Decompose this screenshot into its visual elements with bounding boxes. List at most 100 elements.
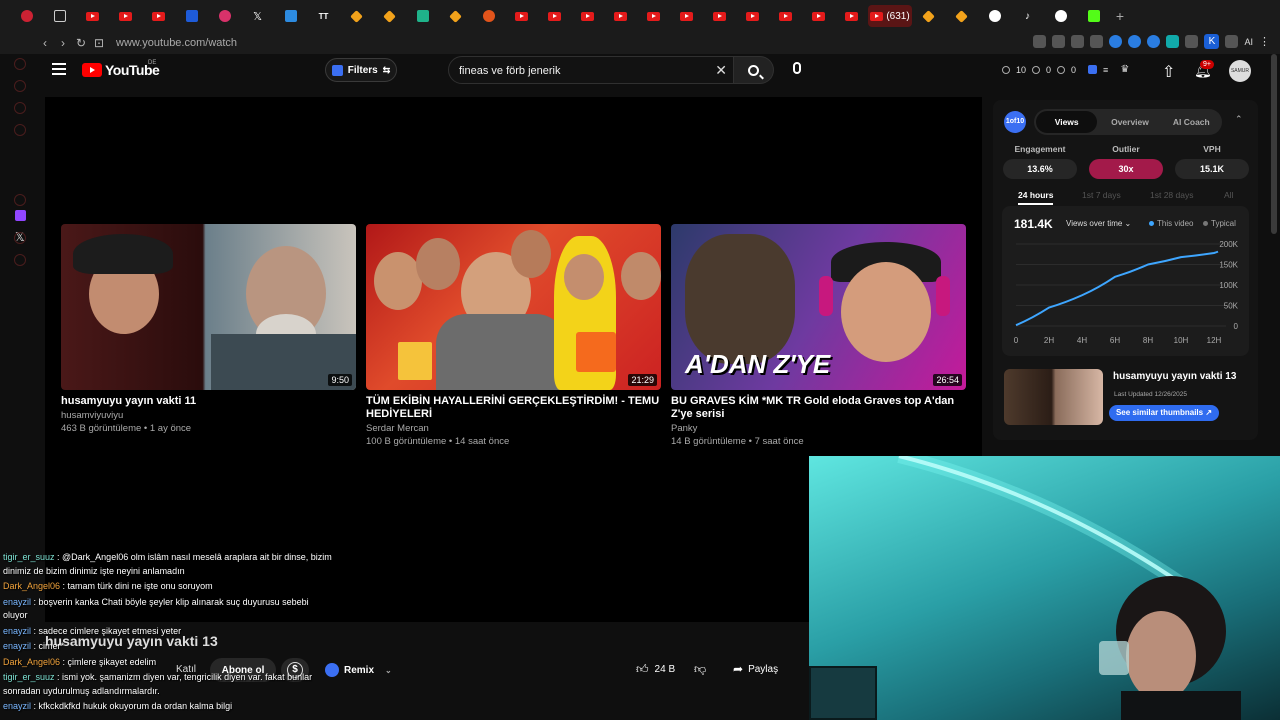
- youtube-tab[interactable]: [670, 0, 703, 32]
- range-tab[interactable]: 1st 7 days: [1082, 190, 1121, 200]
- youtube-tab[interactable]: [538, 0, 571, 32]
- youtube-tab[interactable]: [505, 0, 538, 32]
- video-title[interactable]: BU GRAVES KİM *MK TR Gold eloda Graves t…: [671, 395, 966, 421]
- x-tab[interactable]: 𝕏: [241, 0, 274, 32]
- sidebar-icon[interactable]: [14, 80, 26, 92]
- tab-favicon[interactable]: [912, 0, 945, 32]
- youtube-tab[interactable]: [571, 0, 604, 32]
- endscreen-video-card[interactable]: A'DAN Z'YE 26:54 BU GRAVES KİM *MK TR Go…: [671, 224, 966, 447]
- like-button[interactable]: 👍︎ 24 B: [636, 662, 675, 677]
- video-title[interactable]: husamyuyu yayın vakti 11: [61, 395, 356, 408]
- range-tab[interactable]: 1st 28 days: [1150, 190, 1193, 200]
- active-tab[interactable]: (631): [868, 5, 912, 27]
- puzzle-icon[interactable]: [1185, 35, 1199, 48]
- endscreen-video-card[interactable]: 21:29 TÜM EKİBİN HAYALLERİNİ GERÇEKLEŞTİ…: [366, 224, 661, 447]
- youtube-tab[interactable]: [637, 0, 670, 32]
- youtube-tab[interactable]: [736, 0, 769, 32]
- remix-button[interactable]: Remix ⌄: [325, 658, 392, 682]
- youtube-tab[interactable]: [76, 0, 109, 32]
- google-tab[interactable]: [1044, 0, 1077, 32]
- reload-icon[interactable]: ↻: [72, 36, 90, 50]
- tab-ai-coach[interactable]: AI Coach: [1161, 117, 1222, 127]
- dislike-button[interactable]: 👎︎: [694, 662, 706, 677]
- video-thumbnail[interactable]: 9:50: [61, 224, 356, 390]
- twitch-icon[interactable]: [15, 210, 26, 221]
- tab-favicon[interactable]: [945, 0, 978, 32]
- extension-icon[interactable]: [1088, 65, 1098, 74]
- video-thumbnail[interactable]: A'DAN Z'YE 26:54: [671, 224, 966, 390]
- tab-favicon[interactable]: [373, 0, 406, 32]
- tab-favicon[interactable]: [43, 0, 76, 32]
- extension-icon[interactable]: [1128, 35, 1142, 48]
- youtube-tab[interactable]: [703, 0, 736, 32]
- sidebar-icon[interactable]: [14, 232, 26, 244]
- hamburger-menu-icon[interactable]: [52, 63, 66, 75]
- video-channel[interactable]: Panky: [671, 423, 966, 434]
- chevron-up-icon[interactable]: ⌃: [1235, 114, 1243, 125]
- extension-icon[interactable]: [1166, 35, 1180, 48]
- youtube-tab[interactable]: [802, 0, 835, 32]
- tab-overview[interactable]: Overview: [1099, 117, 1160, 127]
- extension-icon[interactable]: [1109, 35, 1123, 48]
- ai-extension-label[interactable]: AI: [1244, 37, 1253, 47]
- youtube-tab[interactable]: [109, 0, 142, 32]
- endscreen-video-card[interactable]: 9:50 husamyuyu yayın vakti 11 husamviyuv…: [61, 224, 356, 434]
- filters-button[interactable]: Filters ⇆: [325, 58, 397, 82]
- chevron-down-icon[interactable]: ⌄: [385, 666, 392, 675]
- heart-icon[interactable]: [1090, 35, 1104, 48]
- profile-k-icon[interactable]: K: [1204, 34, 1220, 49]
- download-icon[interactable]: [1225, 35, 1239, 48]
- list-icon[interactable]: ≡: [1103, 65, 1108, 75]
- sidebar-icon[interactable]: [14, 102, 26, 114]
- share-button[interactable]: ➦ Paylaş: [733, 662, 778, 676]
- video-title[interactable]: TÜM EKİBİN HAYALLERİNİ GERÇEKLEŞTİRDİM! …: [366, 395, 661, 421]
- google-tab[interactable]: [978, 0, 1011, 32]
- back-arrow-icon[interactable]: ‹: [36, 36, 54, 50]
- video-thumbnail[interactable]: 21:29: [366, 224, 661, 390]
- tab-favicon[interactable]: [439, 0, 472, 32]
- extension-icon[interactable]: [1147, 35, 1161, 48]
- extension-icon[interactable]: [1033, 35, 1047, 48]
- upload-icon[interactable]: ⇧: [1162, 62, 1175, 82]
- youtube-tab[interactable]: [769, 0, 802, 32]
- menu-dots-icon[interactable]: ⋮: [1259, 35, 1270, 48]
- tab-favicon[interactable]: [274, 0, 307, 32]
- range-tab[interactable]: All: [1224, 190, 1233, 200]
- extension-logo[interactable]: 1of10: [1004, 111, 1026, 133]
- shield-icon[interactable]: [1071, 35, 1085, 48]
- page-scrollbar[interactable]: [1271, 54, 1277, 234]
- tab-favicon[interactable]: [175, 0, 208, 32]
- forward-arrow-icon[interactable]: ›: [54, 36, 72, 50]
- new-tab-button[interactable]: +: [1110, 8, 1130, 24]
- see-similar-thumbnails-button[interactable]: See similar thumbnails ↗: [1109, 405, 1219, 421]
- similar-thumbnail[interactable]: [1004, 369, 1103, 425]
- tab-views[interactable]: Views: [1036, 111, 1098, 133]
- video-channel[interactable]: husamviyuviyu: [61, 410, 356, 421]
- sidebar-icon[interactable]: [14, 124, 26, 136]
- extension-icon[interactable]: [1052, 35, 1066, 48]
- site-info-icon[interactable]: ⊡: [90, 36, 108, 50]
- youtube-tab[interactable]: [142, 0, 175, 32]
- kick-tab[interactable]: [1077, 0, 1110, 32]
- microphone-icon[interactable]: [793, 62, 801, 74]
- tab-favicon[interactable]: TT: [307, 0, 340, 32]
- tab-favicon[interactable]: [208, 0, 241, 32]
- tab-favicon[interactable]: [10, 0, 43, 32]
- video-channel[interactable]: Serdar Mercan: [366, 423, 661, 434]
- tiktok-tab[interactable]: ♪: [1011, 0, 1044, 32]
- sidebar-icon[interactable]: [14, 194, 26, 206]
- tab-favicon[interactable]: [472, 0, 505, 32]
- avatar[interactable]: SAMUR: [1229, 60, 1251, 82]
- tab-favicon[interactable]: [340, 0, 373, 32]
- tab-favicon[interactable]: [406, 0, 439, 32]
- search-input[interactable]: fineas ve förb jenerik ✕: [448, 56, 734, 84]
- clear-search-icon[interactable]: ✕: [715, 62, 727, 79]
- sidebar-icon[interactable]: [14, 58, 26, 70]
- range-tab[interactable]: 24 hours: [1018, 190, 1054, 205]
- trophy-icon[interactable]: ♛: [1120, 64, 1129, 75]
- sidebar-icon[interactable]: [14, 254, 26, 266]
- youtube-tab[interactable]: [604, 0, 637, 32]
- url-field[interactable]: www.youtube.com/watch: [116, 37, 237, 49]
- search-button[interactable]: [734, 56, 774, 84]
- youtube-tab[interactable]: [835, 0, 868, 32]
